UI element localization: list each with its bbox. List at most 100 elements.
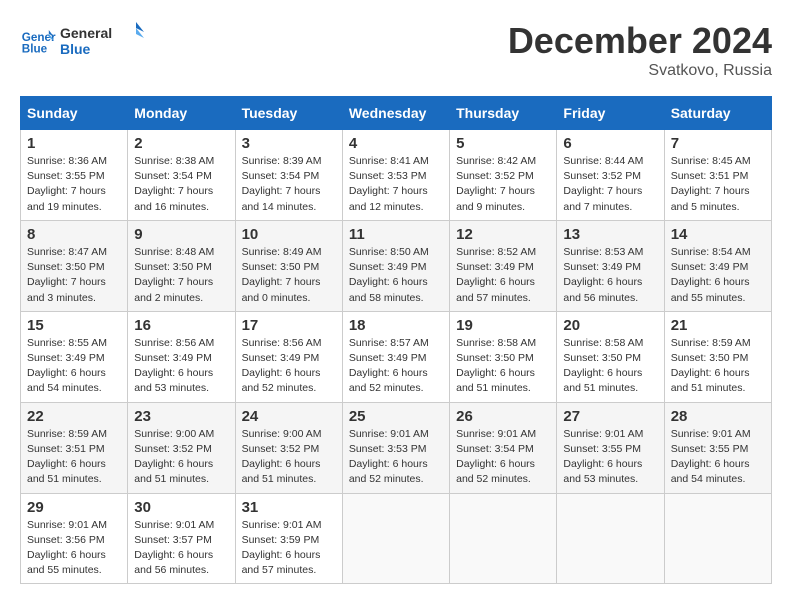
day-number: 5 xyxy=(456,135,550,152)
svg-text:Blue: Blue xyxy=(22,43,48,56)
calendar-week-5: 29Sunrise: 9:01 AM Sunset: 3:56 PM Dayli… xyxy=(21,493,772,584)
day-number: 4 xyxy=(349,135,443,152)
day-info: Sunrise: 8:53 AM Sunset: 3:49 PM Dayligh… xyxy=(563,245,657,306)
calendar-cell: 28Sunrise: 9:01 AM Sunset: 3:55 PM Dayli… xyxy=(664,402,771,493)
svg-text:Blue: Blue xyxy=(60,41,91,57)
day-number: 11 xyxy=(349,226,443,243)
day-number: 1 xyxy=(27,135,121,152)
calendar-cell: 31 Sunrise: 9:01 AM Sunset: 3:59 PM Dayli… xyxy=(235,493,342,584)
calendar-cell: 17 Sunrise: 8:56 AM Sunset: 3:49 PM Dayli… xyxy=(235,311,342,402)
weekday-header-wednesday: Wednesday xyxy=(342,97,449,130)
calendar-cell xyxy=(557,493,664,584)
logo-icon: General Blue xyxy=(20,21,56,57)
weekday-header-friday: Friday xyxy=(557,97,664,130)
calendar-cell xyxy=(342,493,449,584)
day-number: 7 xyxy=(671,135,765,152)
day-number: 16 xyxy=(134,317,228,334)
day-info: Sunrise: 8:56 AM Sunset: 3:49 PM Dayligh… xyxy=(134,336,228,397)
calendar-cell: 25Sunrise: 9:01 AM Sunset: 3:53 PM Dayli… xyxy=(342,402,449,493)
calendar-cell: 1 Sunrise: 8:36 AM Sunset: 3:55 PM Daylig… xyxy=(21,130,128,221)
calendar-cell: 14 Sunrise: 8:54 AM Sunset: 3:49 PM Dayli… xyxy=(664,220,771,311)
calendar-cell: 5 Sunrise: 8:42 AM Sunset: 3:52 PM Daylig… xyxy=(450,130,557,221)
day-info: Sunrise: 8:41 AM Sunset: 3:53 PM Dayligh… xyxy=(349,154,443,215)
day-info: Sunrise: 9:01 AM Sunset: 3:54 PM Dayligh… xyxy=(456,427,550,488)
day-info: Sunrise: 8:58 AM Sunset: 3:50 PM Dayligh… xyxy=(563,336,657,397)
day-number: 12 xyxy=(456,226,550,243)
calendar-cell: 21 Sunrise: 8:59 AM Sunset: 3:50 PM Dayli… xyxy=(664,311,771,402)
weekday-header-saturday: Saturday xyxy=(664,97,771,130)
weekday-header-row: SundayMondayTuesdayWednesdayThursdayFrid… xyxy=(21,97,772,130)
day-number: 25 xyxy=(349,408,443,425)
day-number: 31 xyxy=(242,499,336,516)
calendar-cell xyxy=(450,493,557,584)
calendar-cell: 8Sunrise: 8:47 AM Sunset: 3:50 PM Daylig… xyxy=(21,220,128,311)
day-info: Sunrise: 9:01 AM Sunset: 3:57 PM Dayligh… xyxy=(134,518,228,579)
day-number: 23 xyxy=(134,408,228,425)
day-info: Sunrise: 9:00 AM Sunset: 3:52 PM Dayligh… xyxy=(242,427,336,488)
day-number: 14 xyxy=(671,226,765,243)
day-info: Sunrise: 8:47 AM Sunset: 3:50 PM Dayligh… xyxy=(27,245,121,306)
day-info: Sunrise: 8:45 AM Sunset: 3:51 PM Dayligh… xyxy=(671,154,765,215)
month-title: December 2024 xyxy=(508,20,772,62)
day-info: Sunrise: 9:01 AM Sunset: 3:55 PM Dayligh… xyxy=(671,427,765,488)
day-number: 30 xyxy=(134,499,228,516)
day-info: Sunrise: 8:38 AM Sunset: 3:54 PM Dayligh… xyxy=(134,154,228,215)
day-number: 2 xyxy=(134,135,228,152)
calendar-cell: 11 Sunrise: 8:50 AM Sunset: 3:49 PM Dayli… xyxy=(342,220,449,311)
calendar-week-1: 1 Sunrise: 8:36 AM Sunset: 3:55 PM Daylig… xyxy=(21,130,772,221)
day-info: Sunrise: 8:42 AM Sunset: 3:52 PM Dayligh… xyxy=(456,154,550,215)
day-info: Sunrise: 8:59 AM Sunset: 3:50 PM Dayligh… xyxy=(671,336,765,397)
calendar-table: SundayMondayTuesdayWednesdayThursdayFrid… xyxy=(20,96,772,584)
day-info: Sunrise: 8:44 AM Sunset: 3:52 PM Dayligh… xyxy=(563,154,657,215)
day-info: Sunrise: 8:54 AM Sunset: 3:49 PM Dayligh… xyxy=(671,245,765,306)
day-info: Sunrise: 8:36 AM Sunset: 3:55 PM Dayligh… xyxy=(27,154,121,215)
calendar-cell: 27 Sunrise: 9:01 AM Sunset: 3:55 PM Dayli… xyxy=(557,402,664,493)
day-info: Sunrise: 8:59 AM Sunset: 3:51 PM Dayligh… xyxy=(27,427,121,488)
day-number: 19 xyxy=(456,317,550,334)
day-number: 3 xyxy=(242,135,336,152)
calendar-cell: 18 Sunrise: 8:57 AM Sunset: 3:49 PM Dayli… xyxy=(342,311,449,402)
day-info: Sunrise: 8:58 AM Sunset: 3:50 PM Dayligh… xyxy=(456,336,550,397)
calendar-cell xyxy=(664,493,771,584)
calendar-cell: 4 Sunrise: 8:41 AM Sunset: 3:53 PM Daylig… xyxy=(342,130,449,221)
logo-svg: General Blue xyxy=(60,20,150,58)
calendar-cell: 2 Sunrise: 8:38 AM Sunset: 3:54 PM Daylig… xyxy=(128,130,235,221)
weekday-header-sunday: Sunday xyxy=(21,97,128,130)
day-info: Sunrise: 9:01 AM Sunset: 3:55 PM Dayligh… xyxy=(563,427,657,488)
calendar-cell: 13 Sunrise: 8:53 AM Sunset: 3:49 PM Dayli… xyxy=(557,220,664,311)
day-number: 22 xyxy=(27,408,121,425)
day-number: 18 xyxy=(349,317,443,334)
calendar-week-4: 22 Sunrise: 8:59 AM Sunset: 3:51 PM Dayli… xyxy=(21,402,772,493)
day-info: Sunrise: 8:49 AM Sunset: 3:50 PM Dayligh… xyxy=(242,245,336,306)
day-info: Sunrise: 9:01 AM Sunset: 3:59 PM Dayligh… xyxy=(242,518,336,579)
day-number: 27 xyxy=(563,408,657,425)
calendar-cell: 22 Sunrise: 8:59 AM Sunset: 3:51 PM Dayli… xyxy=(21,402,128,493)
weekday-header-thursday: Thursday xyxy=(450,97,557,130)
calendar-cell: 23 Sunrise: 9:00 AM Sunset: 3:52 PM Dayli… xyxy=(128,402,235,493)
weekday-header-monday: Monday xyxy=(128,97,235,130)
logo: General Blue General Blue xyxy=(20,20,150,58)
weekday-header-tuesday: Tuesday xyxy=(235,97,342,130)
day-number: 6 xyxy=(563,135,657,152)
day-number: 29 xyxy=(27,499,121,516)
calendar-cell: 3Sunrise: 8:39 AM Sunset: 3:54 PM Daylig… xyxy=(235,130,342,221)
day-info: Sunrise: 9:00 AM Sunset: 3:52 PM Dayligh… xyxy=(134,427,228,488)
calendar-cell: 30 Sunrise: 9:01 AM Sunset: 3:57 PM Dayli… xyxy=(128,493,235,584)
day-info: Sunrise: 8:56 AM Sunset: 3:49 PM Dayligh… xyxy=(242,336,336,397)
calendar-cell: 16 Sunrise: 8:56 AM Sunset: 3:49 PM Dayli… xyxy=(128,311,235,402)
day-info: Sunrise: 8:48 AM Sunset: 3:50 PM Dayligh… xyxy=(134,245,228,306)
calendar-cell: 19 Sunrise: 8:58 AM Sunset: 3:50 PM Dayli… xyxy=(450,311,557,402)
location: Svatkovo, Russia xyxy=(508,62,772,80)
day-info: Sunrise: 8:55 AM Sunset: 3:49 PM Dayligh… xyxy=(27,336,121,397)
calendar-body: 1 Sunrise: 8:36 AM Sunset: 3:55 PM Daylig… xyxy=(21,130,772,584)
day-info: Sunrise: 8:50 AM Sunset: 3:49 PM Dayligh… xyxy=(349,245,443,306)
day-number: 13 xyxy=(563,226,657,243)
day-number: 17 xyxy=(242,317,336,334)
day-number: 21 xyxy=(671,317,765,334)
day-info: Sunrise: 8:52 AM Sunset: 3:49 PM Dayligh… xyxy=(456,245,550,306)
calendar-cell: 9 Sunrise: 8:48 AM Sunset: 3:50 PM Daylig… xyxy=(128,220,235,311)
day-number: 9 xyxy=(134,226,228,243)
calendar-cell: 26Sunrise: 9:01 AM Sunset: 3:54 PM Dayli… xyxy=(450,402,557,493)
day-info: Sunrise: 8:57 AM Sunset: 3:49 PM Dayligh… xyxy=(349,336,443,397)
calendar-week-3: 15Sunrise: 8:55 AM Sunset: 3:49 PM Dayli… xyxy=(21,311,772,402)
